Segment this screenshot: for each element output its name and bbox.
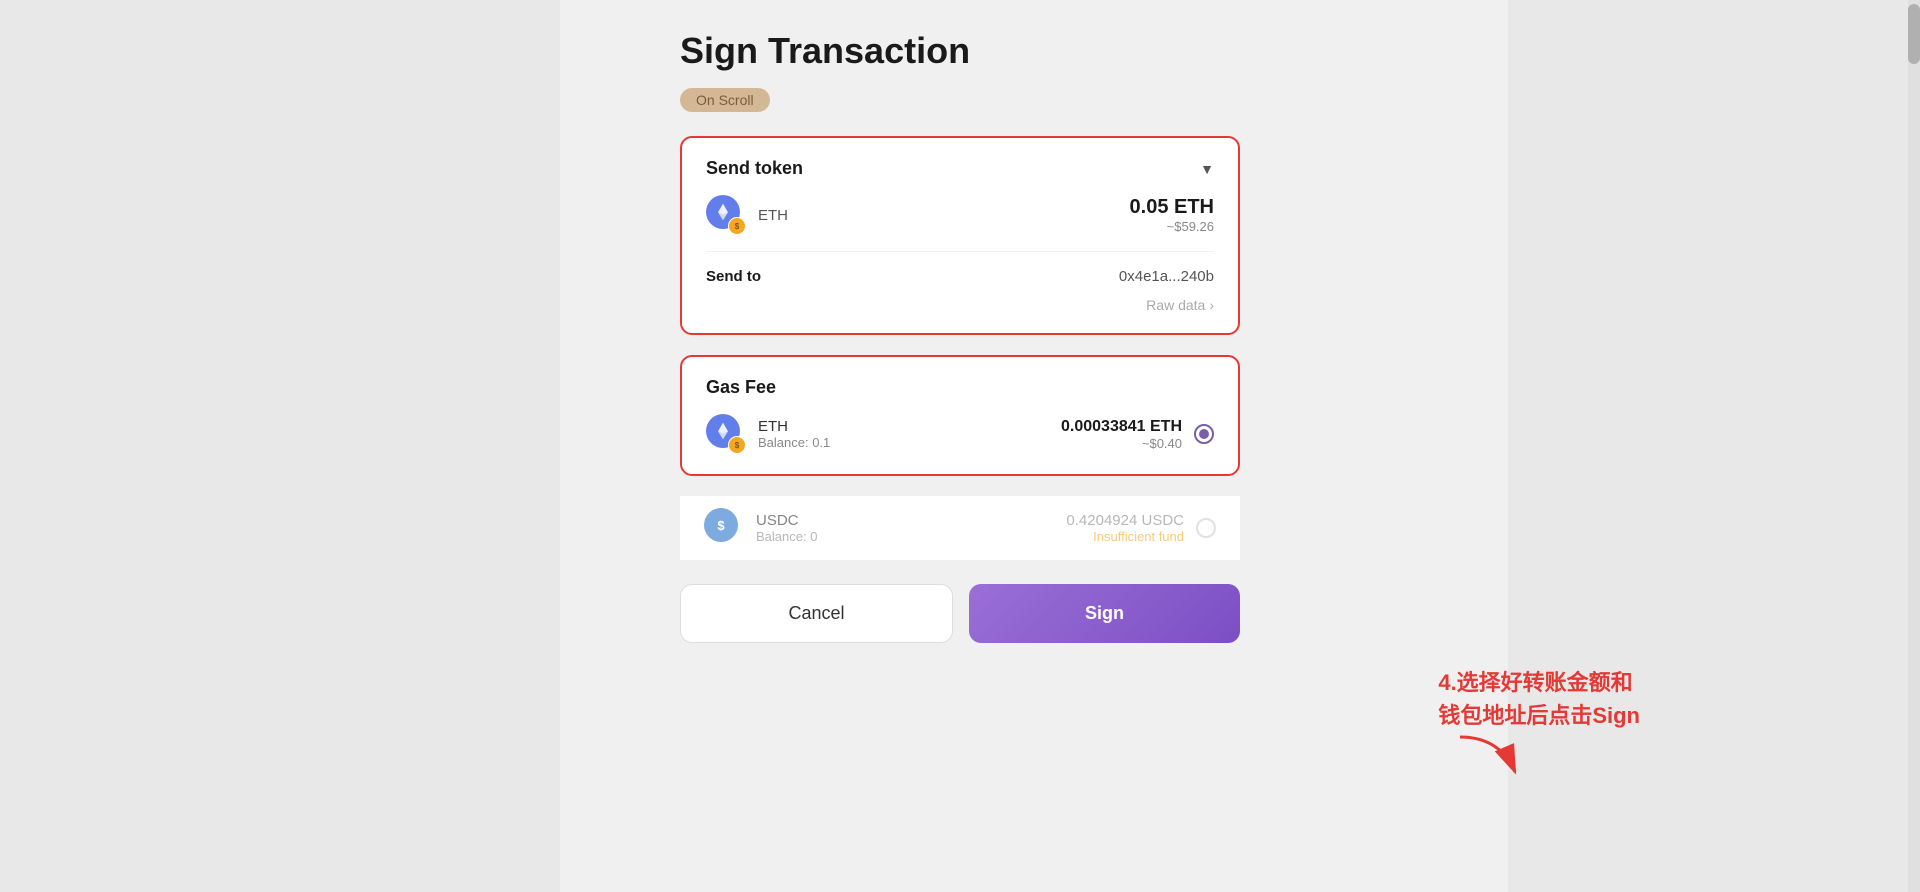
cancel-button[interactable]: Cancel [680, 584, 953, 643]
send-token-card: Send token ▼ $ ETH 0.05 ETH ~$59.26 [680, 136, 1240, 335]
gas-coin-badge: $ [728, 436, 746, 454]
eth-amount-main: 0.05 ETH [1130, 196, 1214, 219]
action-row: Cancel Sign [680, 584, 1240, 643]
radio-empty[interactable] [1196, 518, 1216, 538]
gas-eth-icon: $ [706, 414, 746, 454]
usdc-amount: 0.4204924 USDC Insufficient fund [976, 512, 1184, 544]
usdc-name: USDC [756, 512, 964, 529]
usdc-amount-main: 0.4204924 USDC [976, 512, 1184, 529]
usdc-balance: Balance: 0 [756, 529, 964, 544]
insufficient-fund: Insufficient fund [976, 529, 1184, 544]
send-token-title: Send token [706, 158, 803, 179]
gas-amount-main: 0.00033841 ETH [976, 418, 1182, 436]
scrollbar[interactable] [1908, 0, 1920, 892]
usdc-row: $ USDC Balance: 0 0.4204924 USDC Insuffi… [680, 496, 1240, 560]
send-to-row: Send to 0x4e1a...240b [706, 268, 1214, 285]
eth-token-amount: 0.05 ETH ~$59.26 [1130, 196, 1214, 234]
eth-token-name: ETH [758, 207, 1118, 224]
gas-amount: 0.00033841 ETH ~$0.40 [976, 418, 1182, 451]
usdc-circle: $ [704, 508, 738, 542]
usdc-info: USDC Balance: 0 [756, 512, 964, 544]
gas-fee-header: Gas Fee [706, 377, 1214, 398]
raw-data-link[interactable]: Raw data › [706, 297, 1214, 313]
network-badge: On Scroll [680, 88, 770, 112]
gas-token-info: ETH Balance: 0.1 [758, 418, 964, 450]
usdc-icon: $ [704, 508, 744, 548]
left-bg [0, 0, 560, 892]
eth-icon: $ [706, 195, 746, 235]
chevron-down-icon[interactable]: ▼ [1200, 161, 1214, 177]
gas-balance: Balance: 0.1 [758, 435, 964, 450]
annotation-text: 4.选择好转账金额和 钱包地址后点击Sign [1438, 633, 1640, 732]
eth-token-row: $ ETH 0.05 ETH ~$59.26 [706, 195, 1214, 235]
main-content: Sign Transaction On Scroll Send token ▼ … [680, 0, 1240, 683]
gas-fee-card: Gas Fee $ ETH Balance: 0.1 0.00033841 ET… [680, 355, 1240, 476]
scrollbar-thumb[interactable] [1908, 4, 1920, 64]
eth-amount-usd: ~$59.26 [1130, 219, 1214, 234]
divider [706, 251, 1214, 252]
gas-token-name: ETH [758, 418, 964, 435]
send-to-label: Send to [706, 268, 761, 285]
right-bg [1508, 0, 1908, 892]
page-title: Sign Transaction [680, 30, 1240, 72]
gas-amount-usd: ~$0.40 [976, 436, 1182, 451]
radio-selected[interactable] [1194, 424, 1214, 444]
radio-inner [1199, 429, 1209, 439]
coin-badge: $ [728, 217, 746, 235]
arrow-annotation [1450, 727, 1530, 792]
send-to-address: 0x4e1a...240b [1119, 268, 1214, 285]
send-token-header: Send token ▼ [706, 158, 1214, 179]
sign-button[interactable]: Sign [969, 584, 1240, 643]
raw-data-chevron: › [1209, 297, 1214, 313]
gas-eth-row: $ ETH Balance: 0.1 0.00033841 ETH ~$0.40 [706, 414, 1214, 454]
raw-data-text: Raw data [1146, 297, 1205, 313]
gas-fee-title: Gas Fee [706, 377, 776, 398]
